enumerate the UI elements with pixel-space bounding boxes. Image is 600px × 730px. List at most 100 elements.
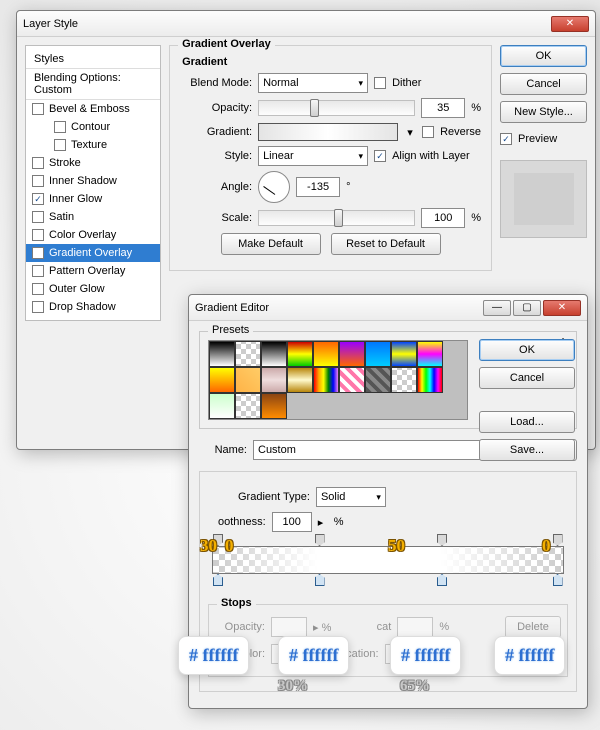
style-checkbox[interactable] [54, 139, 66, 151]
blend-mode-dropdown[interactable]: Normal [258, 73, 368, 93]
cancel-button[interactable]: Cancel [500, 73, 587, 95]
annotation-location-0: 30% [278, 678, 308, 695]
style-checkbox[interactable] [32, 175, 44, 187]
preset-swatch[interactable] [417, 341, 443, 367]
styles-header[interactable]: Styles [26, 50, 160, 69]
annotation-color-3: # ffffff [494, 636, 565, 675]
smoothness-input[interactable]: 100 [272, 512, 312, 532]
ge-ok-button[interactable]: OK [479, 339, 575, 361]
preset-swatch[interactable] [261, 367, 287, 393]
load-button[interactable]: Load... [479, 411, 575, 433]
angle-input[interactable]: -135 [296, 177, 340, 197]
annotation-opacity-3: 0 [542, 536, 551, 556]
preview-swatch [500, 160, 587, 238]
preview-checkbox[interactable]: ✓ [500, 133, 512, 145]
ok-button[interactable]: OK [500, 45, 587, 67]
angle-wheel[interactable] [258, 171, 290, 203]
style-item-outer-glow[interactable]: Outer Glow [26, 280, 160, 298]
scale-label: Scale: [180, 212, 252, 224]
style-checkbox[interactable] [32, 229, 44, 241]
style-checkbox[interactable] [32, 103, 44, 115]
styles-sidebar: Styles Blending Options: Custom Bevel & … [25, 45, 161, 321]
preset-swatch[interactable] [235, 367, 261, 393]
make-default-button[interactable]: Make Default [221, 233, 321, 255]
new-style-button[interactable]: New Style... [500, 101, 587, 123]
preset-swatch[interactable] [313, 367, 339, 393]
preset-swatch[interactable] [261, 341, 287, 367]
minimize-icon[interactable]: ― [483, 300, 511, 316]
style-checkbox[interactable]: ✓ [32, 247, 44, 259]
opacity-stop[interactable] [437, 534, 447, 546]
style-checkbox[interactable]: ✓ [32, 193, 44, 205]
preset-swatch[interactable] [235, 341, 261, 367]
preset-swatch[interactable] [339, 341, 365, 367]
style-item-drop-shadow[interactable]: Drop Shadow [26, 298, 160, 316]
style-item-color-overlay[interactable]: Color Overlay [26, 226, 160, 244]
blend-mode-label: Blend Mode: [180, 77, 252, 89]
style-item-stroke[interactable]: Stroke [26, 154, 160, 172]
color-stop[interactable] [315, 574, 325, 586]
reverse-checkbox[interactable] [422, 126, 434, 138]
preset-swatch[interactable] [313, 341, 339, 367]
preview-label: Preview [518, 133, 557, 145]
gradient-type-dropdown[interactable]: Solid [316, 487, 386, 507]
style-item-contour[interactable]: Contour [26, 118, 160, 136]
align-checkbox[interactable]: ✓ [374, 150, 386, 162]
style-item-inner-glow[interactable]: ✓Inner Glow [26, 190, 160, 208]
preset-swatch[interactable] [391, 341, 417, 367]
panel-subtitle: Gradient [182, 56, 481, 68]
opacity-location-input [397, 617, 433, 637]
style-checkbox[interactable] [54, 121, 66, 133]
close-icon[interactable]: ✕ [543, 300, 581, 316]
style-checkbox[interactable] [32, 211, 44, 223]
style-item-bevel-emboss[interactable]: Bevel & Emboss [26, 100, 160, 118]
preset-swatch[interactable] [339, 367, 365, 393]
maximize-icon[interactable]: ▢ [513, 300, 541, 316]
annotation-opacity-2: 50 [388, 536, 405, 556]
preset-swatch[interactable] [365, 341, 391, 367]
color-stop[interactable] [213, 574, 223, 586]
style-dropdown[interactable]: Linear [258, 146, 368, 166]
style-checkbox[interactable] [32, 265, 44, 277]
opacity-location-label: cat [337, 621, 391, 633]
blending-options-row[interactable]: Blending Options: Custom [26, 69, 160, 100]
scale-input[interactable]: 100 [421, 208, 465, 228]
opacity-input[interactable]: 35 [421, 98, 465, 118]
style-item-satin[interactable]: Satin [26, 208, 160, 226]
dither-checkbox[interactable] [374, 77, 386, 89]
preset-swatch[interactable] [261, 393, 287, 419]
preset-swatch[interactable] [417, 367, 443, 393]
scale-slider[interactable] [258, 210, 415, 226]
reset-default-button[interactable]: Reset to Default [331, 233, 441, 255]
style-item-gradient-overlay[interactable]: ✓Gradient Overlay [26, 244, 160, 262]
color-stop[interactable] [437, 574, 447, 586]
preset-swatch[interactable] [287, 367, 313, 393]
style-item-texture[interactable]: Texture [26, 136, 160, 154]
color-stop[interactable] [553, 574, 563, 586]
annotation-opacity-1: 0 [225, 536, 234, 556]
style-checkbox[interactable] [32, 157, 44, 169]
opacity-slider[interactable] [258, 100, 415, 116]
style-item-inner-shadow[interactable]: Inner Shadow [26, 172, 160, 190]
opacity-stop[interactable] [315, 534, 325, 546]
preset-swatch[interactable] [209, 341, 235, 367]
style-item-pattern-overlay[interactable]: Pattern Overlay [26, 262, 160, 280]
style-checkbox[interactable] [32, 283, 44, 295]
save-button[interactable]: Save... [479, 439, 575, 461]
layer-style-titlebar[interactable]: Layer Style ✕ [17, 11, 595, 37]
gradient-picker[interactable] [258, 123, 398, 141]
preset-swatch[interactable] [209, 367, 235, 393]
preset-swatch[interactable] [287, 341, 313, 367]
close-icon[interactable]: ✕ [551, 16, 589, 32]
preset-swatch[interactable] [235, 393, 261, 419]
preset-swatch-grid[interactable] [208, 340, 468, 420]
preset-swatch[interactable] [391, 367, 417, 393]
name-input[interactable]: Custom [253, 440, 507, 460]
preset-swatch[interactable] [209, 393, 235, 419]
style-checkbox[interactable] [32, 301, 44, 313]
opacity-stop[interactable] [553, 534, 563, 546]
ge-cancel-button[interactable]: Cancel [479, 367, 575, 389]
preset-swatch[interactable] [365, 367, 391, 393]
gradient-editor-titlebar[interactable]: Gradient Editor ― ▢ ✕ [189, 295, 587, 321]
opacity-stop-label: Opacity: [215, 621, 265, 633]
